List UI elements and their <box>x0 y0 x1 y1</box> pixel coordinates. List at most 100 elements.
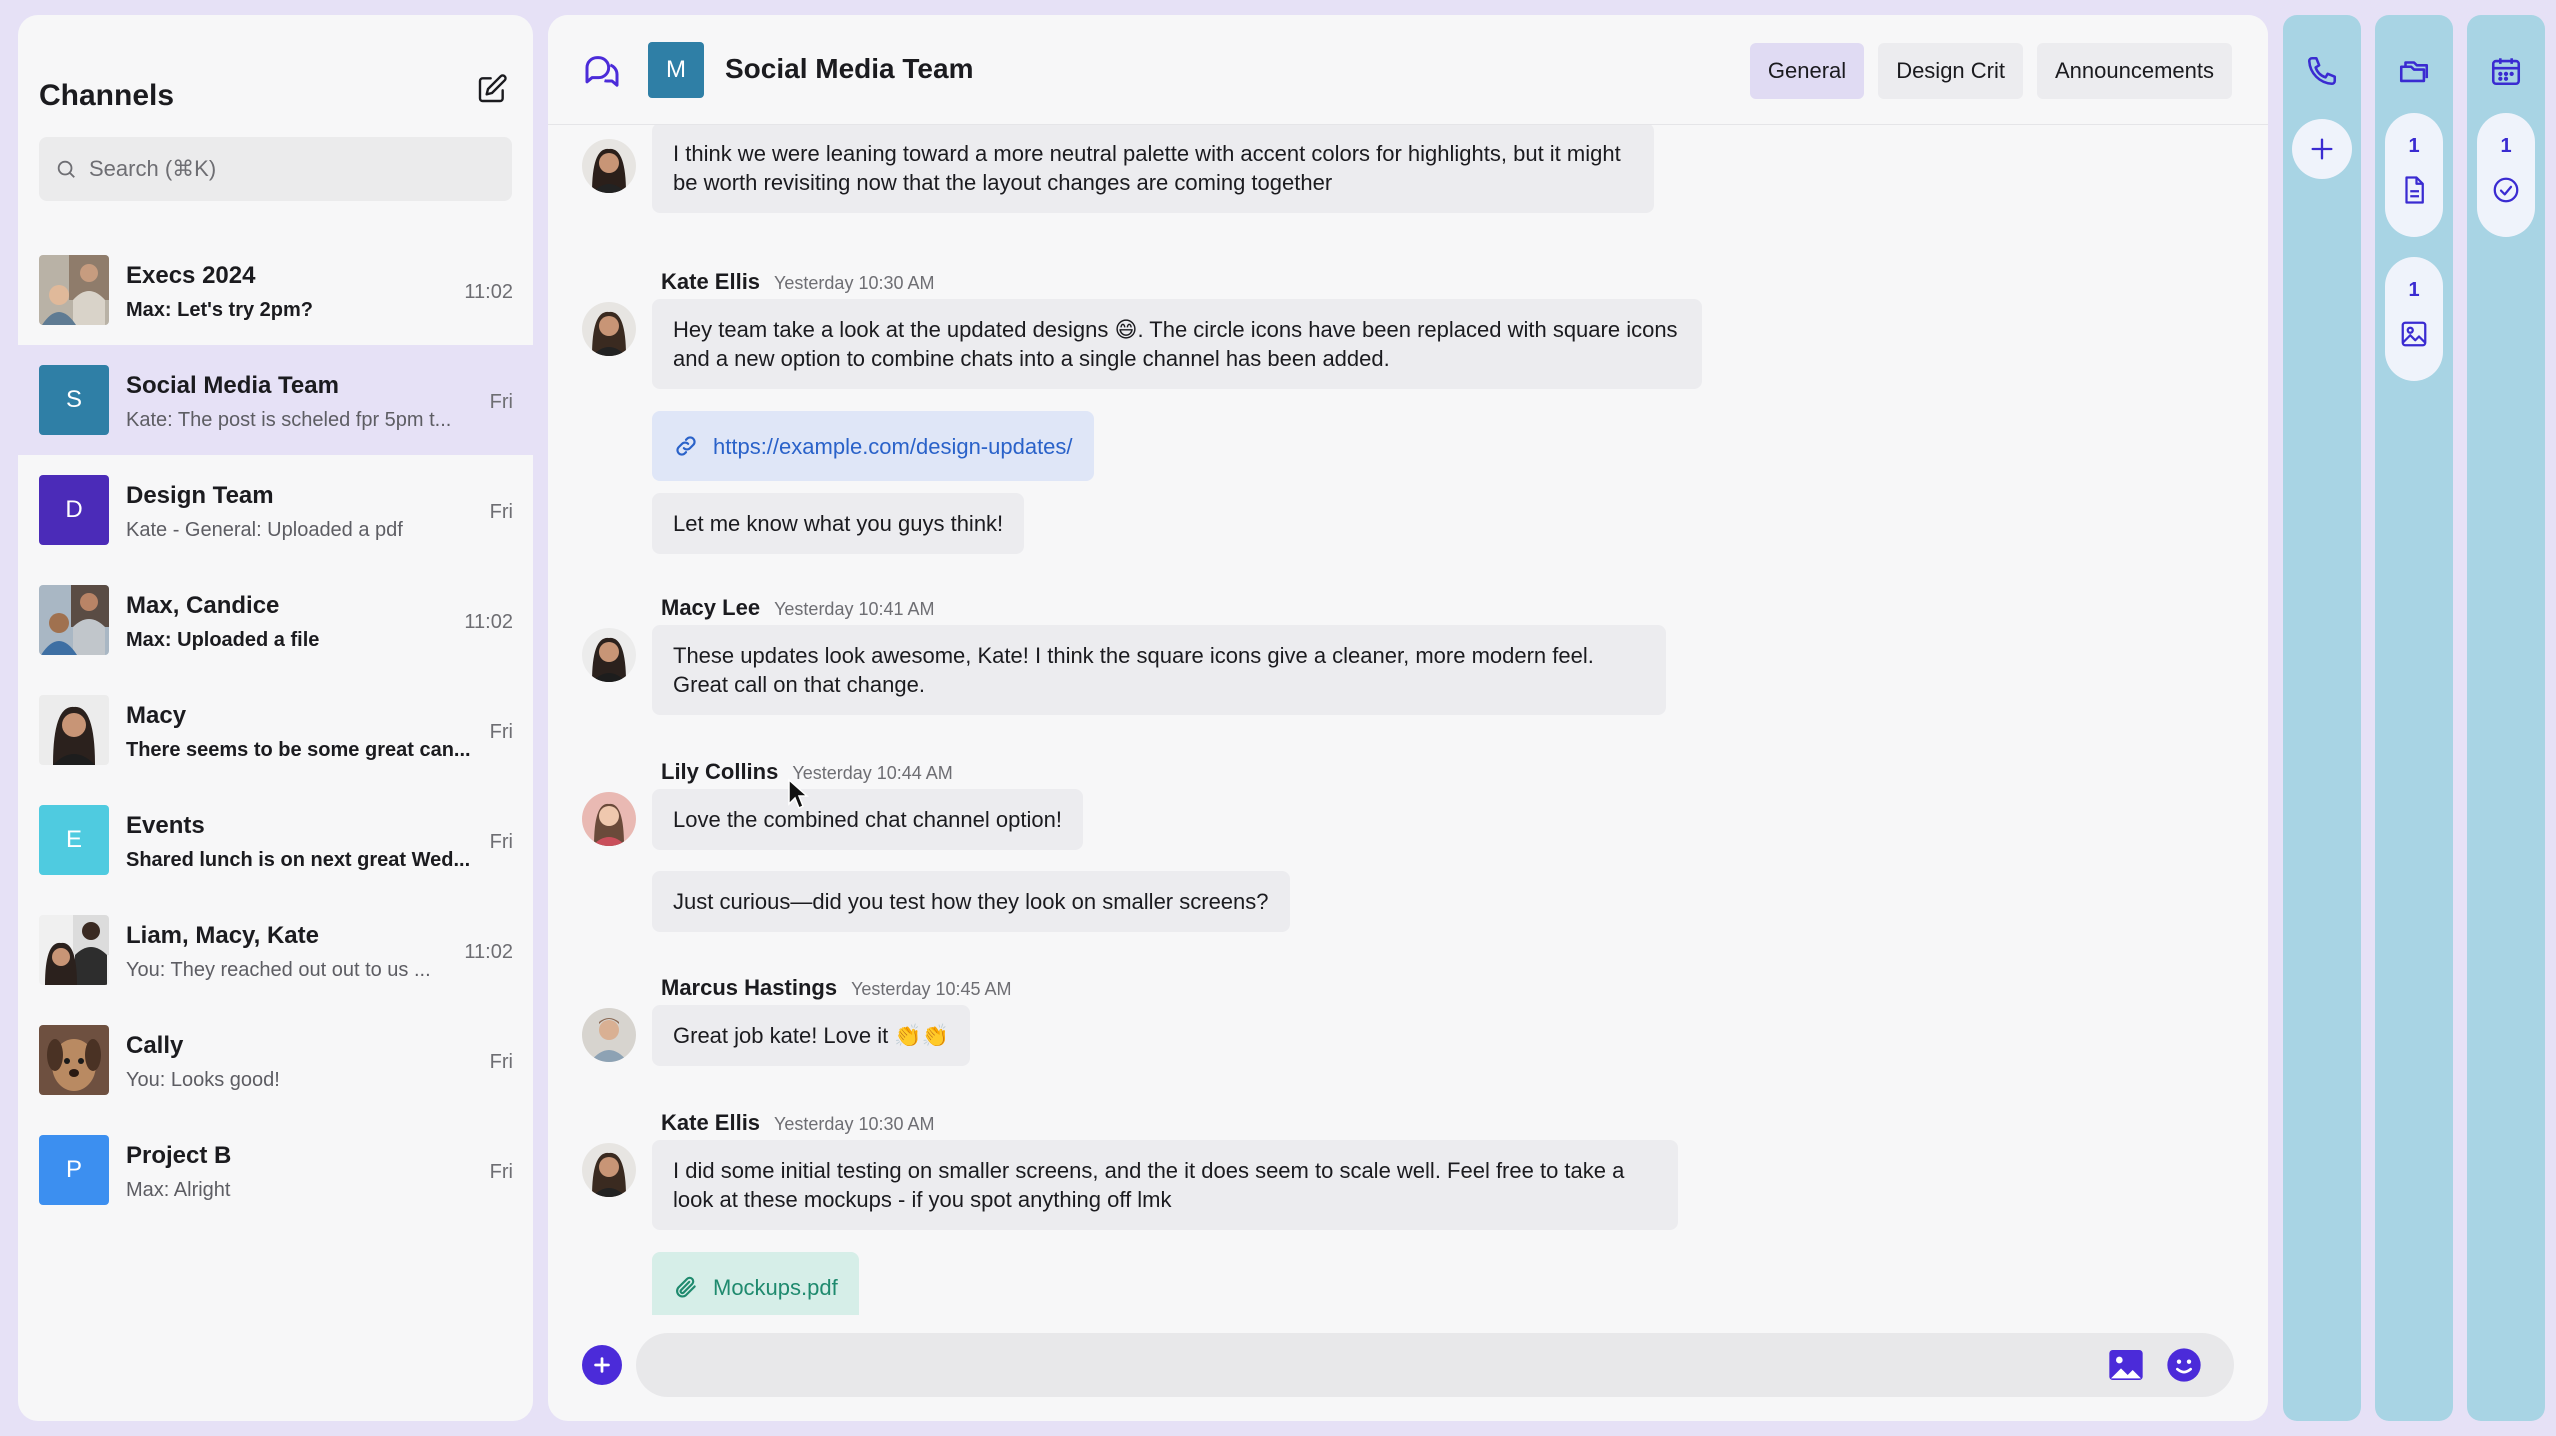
files-count: 1 <box>2408 135 2420 157</box>
avatar <box>582 302 636 356</box>
files-rail: 1 1 <box>2375 15 2453 1421</box>
channel-time: Fri <box>489 1051 513 1073</box>
letter-avatar: MS <box>39 365 109 435</box>
channel-time: 11:02 <box>464 941 513 963</box>
channel-name: Design Team <box>126 482 274 509</box>
avatar <box>582 139 636 193</box>
message-time: Yesterday 10:30 AM <box>774 273 935 293</box>
paperclip-icon <box>676 1276 696 1298</box>
channel-time: Fri <box>489 501 513 523</box>
channel-item-social-media-team[interactable]: MS Social Media Team Kate: The post is s… <box>18 345 533 455</box>
message-bubble: Love the combined chat channel option! <box>652 789 1083 850</box>
tasks-shortcut[interactable]: 1 <box>2477 113 2535 237</box>
tasks-count: 1 <box>2500 135 2512 157</box>
channel-item-macy[interactable]: Macy There seems to be some great can...… <box>18 675 533 785</box>
channel-preview: Shared lunch is on next great Wed... <box>126 849 471 871</box>
channel-item-events[interactable]: E Events Shared lunch is on next great W… <box>18 785 533 895</box>
channel-preview: Max: Alright <box>126 1179 231 1201</box>
channel-preview: There seems to be some great can... <box>126 739 471 761</box>
message-author: Macy Lee <box>661 595 761 620</box>
tab-general[interactable]: General <box>1749 43 1865 99</box>
search-input[interactable]: Search (⌘K) <box>39 137 512 201</box>
sidebar-header: Channels <box>18 15 533 135</box>
link-icon <box>676 436 696 456</box>
message-bubble: Great job kate! Love it 👏👏 <box>652 1005 971 1066</box>
images-count: 1 <box>2408 279 2420 301</box>
group-avatar <box>39 585 109 655</box>
images-shortcut[interactable]: 1 <box>2385 257 2443 381</box>
add-call-button[interactable] <box>2292 119 2352 179</box>
page-title: Social Media Team <box>725 53 974 84</box>
chat-header: M Social Media Team General Design Crit … <box>548 15 2268 125</box>
channel-time: Fri <box>489 831 513 853</box>
letter-avatar: D <box>39 475 109 545</box>
message-bubble: I think we were leaning toward a more ne… <box>652 125 1654 213</box>
channel-preview: Max: Uploaded a file <box>126 629 320 651</box>
search-icon <box>57 160 75 178</box>
image-icon[interactable] <box>2106 1345 2146 1385</box>
message-list: I think we were leaning toward a more ne… <box>548 125 2268 1315</box>
message-time: Yesterday 10:45 AM <box>851 979 1012 999</box>
channel-preview: Kate - General: Uploaded a pdf <box>126 519 403 541</box>
avatar <box>582 1008 636 1062</box>
channel-name: Project B <box>126 1142 232 1169</box>
message-author: Lily Collins <box>661 759 779 784</box>
plus-icon <box>2311 138 2333 160</box>
avatar <box>582 792 636 846</box>
message-time: Yesterday 10:30 AM <box>774 1114 935 1134</box>
tab-announcements[interactable]: Announcements <box>2037 43 2232 99</box>
message-author: Kate Ellis <box>661 269 761 294</box>
chat-panel: M Social Media Team General Design Crit … <box>548 15 2268 1421</box>
tab-design-crit[interactable]: Design Crit <box>1878 43 2023 99</box>
calls-rail <box>2283 15 2361 1421</box>
message-composer <box>548 1325 2268 1405</box>
calendar-icon[interactable] <box>2486 51 2526 91</box>
channel-name: Max, Candice <box>126 592 280 619</box>
calendar-rail: 1 <box>2467 15 2545 1421</box>
sidebar-title: Channels <box>39 79 175 112</box>
message-header: Marcus Hastings Yesterday 10:45 AM <box>661 975 1012 1001</box>
add-attachment-button[interactable] <box>582 1345 622 1385</box>
search-placeholder: Search (⌘K) <box>89 156 217 181</box>
compose-icon[interactable] <box>472 69 512 109</box>
channel-name: Cally <box>126 1032 184 1059</box>
mouse-cursor-icon <box>788 778 809 810</box>
app-window: Channels Search (⌘K) Execs 2024 Max: Let… <box>0 0 2556 1436</box>
user-avatar <box>39 695 109 765</box>
channel-preview: You: Looks good! <box>126 1069 280 1091</box>
message-time: Yesterday 10:41 AM <box>774 599 935 619</box>
team-avatar: M <box>648 42 704 98</box>
phone-icon[interactable] <box>2302 51 2342 91</box>
message-input[interactable] <box>636 1333 2234 1397</box>
channel-item-design-team[interactable]: D Design Team Kate - General: Uploaded a… <box>18 455 533 565</box>
message-header: Kate Ellis Yesterday 10:30 AM <box>661 269 935 295</box>
folders-icon[interactable] <box>2394 51 2434 91</box>
channel-item-liam-macy-kate[interactable]: Liam, Macy, Kate You: They reached out o… <box>18 895 533 1005</box>
channel-name: Events <box>126 812 205 839</box>
emoji-icon[interactable] <box>2164 1345 2204 1385</box>
channel-item-cally[interactable]: Cally You: Looks good! Fri <box>18 1005 533 1115</box>
message-author: Kate Ellis <box>661 1110 761 1135</box>
file-name[interactable]: Mockups.pdf <box>713 1273 838 1302</box>
group-avatar <box>39 915 109 985</box>
chat-bubbles-icon <box>582 51 622 91</box>
group-avatar <box>39 255 109 325</box>
channel-item-max-candice[interactable]: Max, Candice Max: Uploaded a file 11:02 <box>18 565 533 675</box>
message-bubble: These updates look awesome, Kate! I thin… <box>652 625 1666 715</box>
channel-time: Fri <box>489 1161 513 1183</box>
channel-tabs: General Design Crit Announcements <box>1749 43 2232 99</box>
link-attachment[interactable]: https://example.com/design-updates/ <box>652 411 1094 481</box>
link-url[interactable]: https://example.com/design-updates/ <box>713 432 1073 461</box>
document-icon <box>2405 176 2424 204</box>
channel-name: Liam, Macy, Kate <box>126 922 319 949</box>
message-bubble: Hey team take a look at the updated desi… <box>652 299 1702 389</box>
channel-item-execs-2024[interactable]: Execs 2024 Max: Let's try 2pm? 11:02 <box>18 235 533 345</box>
channel-time: 11:02 <box>464 281 513 303</box>
message-bubble: Let me know what you guys think! <box>652 493 1025 554</box>
files-shortcut[interactable]: 1 <box>2385 113 2443 237</box>
image-icon <box>2401 321 2427 347</box>
message-author: Marcus Hastings <box>661 975 838 1000</box>
message-bubble: I did some initial testing on smaller sc… <box>652 1140 1678 1230</box>
channel-item-project-b[interactable]: P Project B Max: Alright Fri <box>18 1115 533 1225</box>
file-attachment[interactable]: Mockups.pdf <box>652 1252 859 1315</box>
